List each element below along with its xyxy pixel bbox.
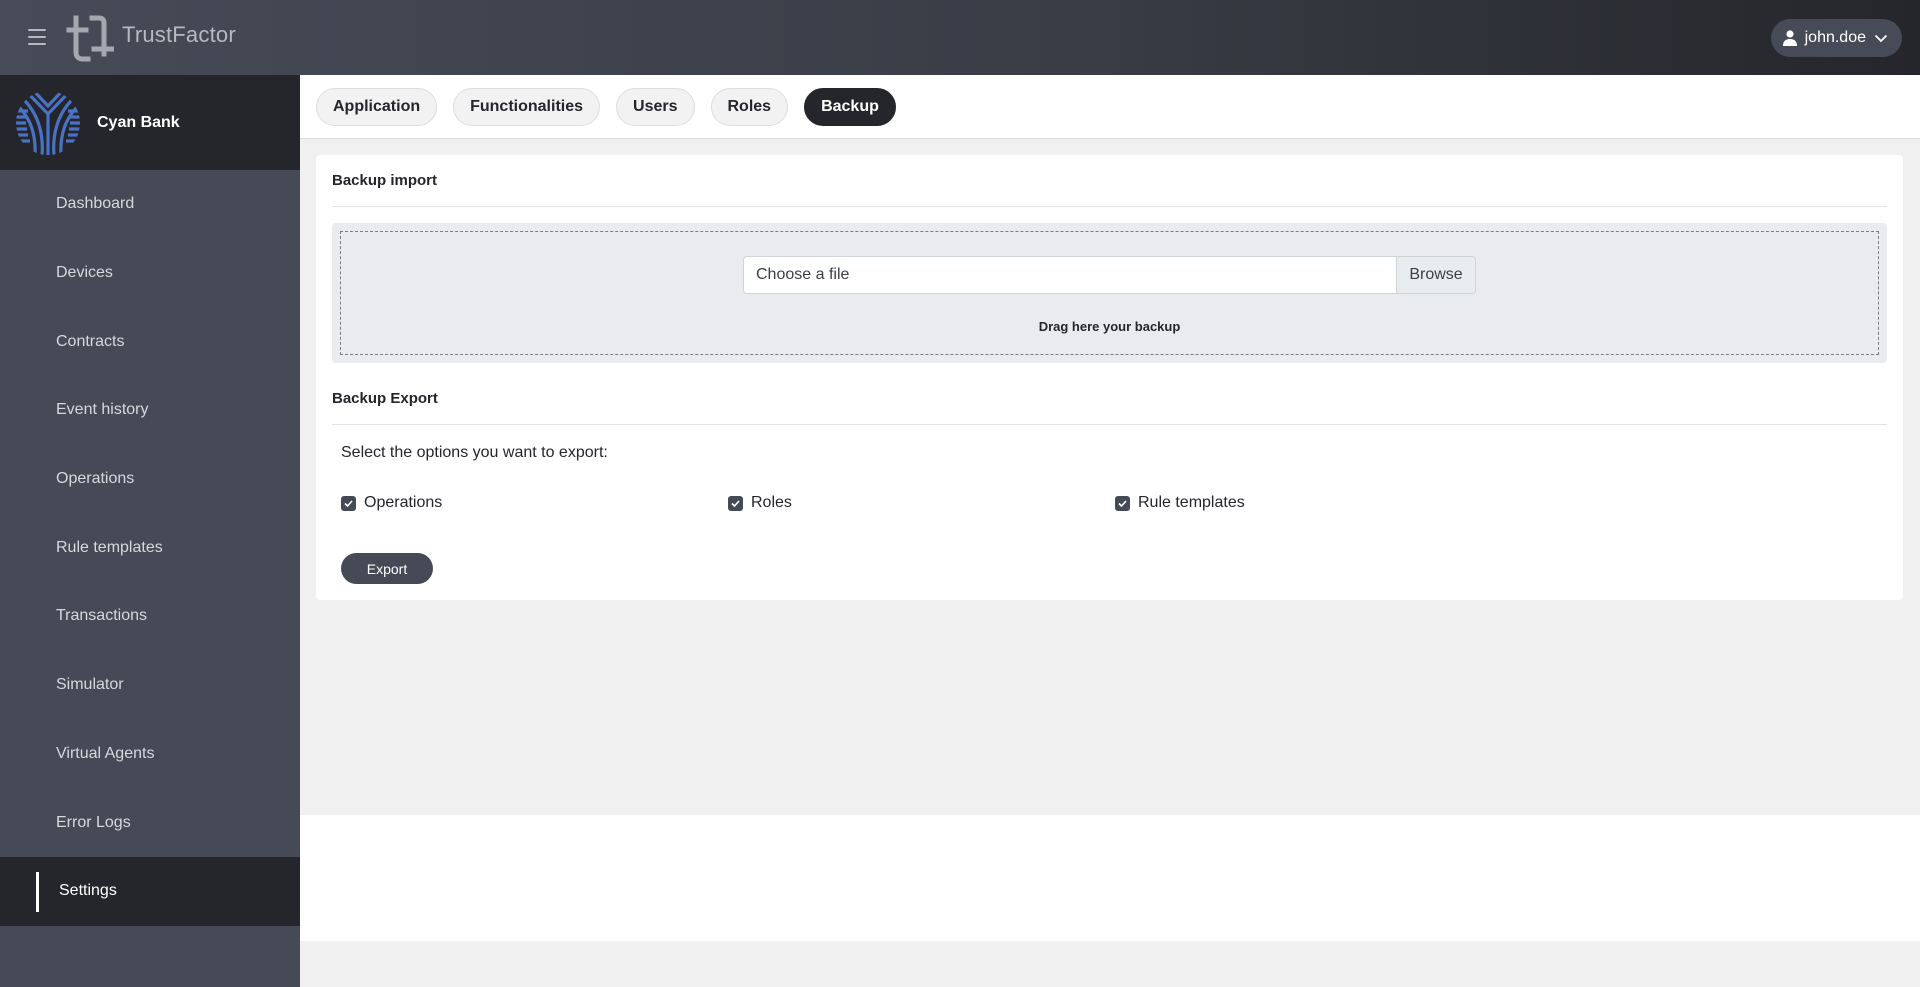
sidebar-item-transactions[interactable]: Transactions [0,582,300,651]
option-label: Operations [364,494,443,511]
sidebar-item-simulator[interactable]: Simulator [0,651,300,720]
hamburger-icon[interactable] [28,29,46,45]
backup-dropzone[interactable]: Choose a file Browse Drag here your back… [340,231,1879,355]
tab-users[interactable]: Users [616,87,695,126]
sidebar: Cyan Bank Dashboard Devices Contracts Ev… [0,75,300,987]
tab-functionalities[interactable]: Functionalities [453,87,601,126]
option-rule-templates[interactable]: Rule templates [1115,493,1502,513]
export-description: Select the options you want to export: [341,444,608,461]
export-button[interactable]: Export [341,553,433,584]
tab-roles[interactable]: Roles [710,87,789,126]
user-icon [1782,30,1797,46]
app-name: TrustFactor [122,22,236,47]
option-operations[interactable]: Operations [341,493,728,513]
sidebar-item-settings[interactable]: Settings [0,856,300,926]
backup-export-title: Backup Export [332,373,1887,425]
top-header: TrustFactor john.doe [0,0,1920,75]
file-input-field[interactable]: Choose a file [743,256,1396,294]
sidebar-item-dashboard[interactable]: Dashboard [0,170,300,239]
main-content: Application Functionalities Users Roles … [300,75,1920,987]
checkbox-checked-icon[interactable] [728,495,743,511]
option-label: Rule templates [1138,494,1245,511]
tab-application[interactable]: Application [316,87,438,126]
option-label: Roles [751,494,792,511]
checkbox-checked-icon[interactable] [1115,495,1130,511]
sidebar-nav: Dashboard Devices Contracts Event histor… [0,170,300,926]
sidebar-item-devices[interactable]: Devices [0,239,300,308]
backup-card: Backup import Choose a file Browse Drag … [316,155,1903,600]
drag-hint: Drag here your backup [1038,319,1181,334]
sidebar-item-rule-templates[interactable]: Rule templates [0,513,300,582]
trustfactor-logo-icon [66,15,114,62]
tab-backup[interactable]: Backup [804,87,896,126]
backup-import-title: Backup import [332,155,1887,207]
username: john.doe [1804,29,1866,46]
file-input: Choose a file Browse [743,256,1476,294]
org-header: Cyan Bank [0,75,300,170]
backup-dropzone-container: Choose a file Browse Drag here your back… [332,223,1887,363]
footer-band [300,815,1920,941]
sidebar-item-virtual-agents[interactable]: Virtual Agents [0,720,300,789]
user-menu-button[interactable]: john.doe [1770,19,1902,57]
sidebar-item-event-history[interactable]: Event history [0,376,300,445]
sidebar-item-contracts[interactable]: Contracts [0,307,300,376]
org-name: Cyan Bank [97,113,180,131]
sidebar-item-error-logs[interactable]: Error Logs [0,788,300,857]
export-options: Operations Roles Rule templates [332,493,1887,513]
checkbox-checked-icon[interactable] [341,495,356,511]
browse-button[interactable]: Browse [1396,256,1476,294]
sidebar-item-operations[interactable]: Operations [0,445,300,514]
chevron-down-icon [1874,34,1888,43]
option-roles[interactable]: Roles [728,493,1115,513]
cyan-bank-logo-icon [16,90,80,155]
settings-tabs: Application Functionalities Users Roles … [300,75,1920,139]
